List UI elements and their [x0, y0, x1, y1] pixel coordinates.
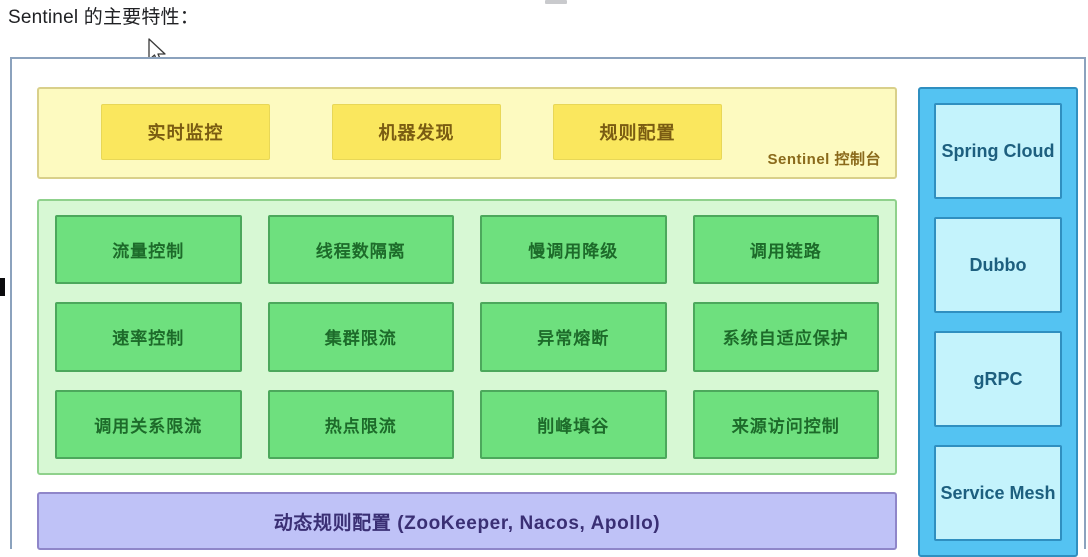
feature-cell[interactable]: 来源访问控制	[692, 389, 879, 459]
sentinel-console-panel: 实时监控 机器发现 规则配置 Sentinel 控制台	[37, 87, 897, 179]
adapter-cell-grpc[interactable]: gRPC	[934, 331, 1062, 427]
left-column: 实时监控 机器发现 规则配置 Sentinel 控制台 流量控制 线程数隔离 慢…	[37, 87, 897, 550]
top-edge-artifact	[545, 0, 567, 4]
left-edge-marker	[0, 278, 5, 296]
feature-cell[interactable]: 调用链路	[692, 215, 879, 285]
feature-cell[interactable]: 集群限流	[267, 302, 454, 372]
adapter-cell-dubbo[interactable]: Dubbo	[934, 217, 1062, 313]
console-card-machine-discovery[interactable]: 机器发现	[332, 104, 501, 160]
console-card-realtime-monitor[interactable]: 实时监控	[101, 104, 270, 160]
adapter-cell-service-mesh[interactable]: Service Mesh	[934, 445, 1062, 541]
feature-cell[interactable]: 系统自适应保护	[692, 302, 879, 372]
feature-cell[interactable]: 流量控制	[55, 215, 242, 285]
feature-cell[interactable]: 削峰填谷	[480, 389, 667, 459]
dynamic-rules-bar[interactable]: 动态规则配置 (ZooKeeper, Nacos, Apollo)	[37, 492, 897, 550]
page-title: Sentinel 的主要特性：	[8, 7, 199, 28]
adapters-panel: Spring Cloud Dubbo gRPC Service Mesh	[918, 87, 1078, 557]
feature-cell[interactable]: 异常熔断	[480, 302, 667, 372]
feature-cell[interactable]: 速率控制	[55, 302, 242, 372]
features-panel: 流量控制 线程数隔离 慢调用降级 调用链路 速率控制 集群限流 异常熔断 系统自…	[37, 199, 897, 475]
console-panel-label: Sentinel 控制台	[767, 151, 881, 168]
diagram-frame: 实时监控 机器发现 规则配置 Sentinel 控制台 流量控制 线程数隔离 慢…	[10, 57, 1086, 557]
feature-cell[interactable]: 调用关系限流	[55, 389, 242, 459]
feature-cell[interactable]: 慢调用降级	[480, 215, 667, 285]
adapter-cell-spring-cloud[interactable]: Spring Cloud	[934, 103, 1062, 199]
console-card-rule-config[interactable]: 规则配置	[553, 104, 722, 160]
feature-cell[interactable]: 线程数隔离	[267, 215, 454, 285]
feature-cell[interactable]: 热点限流	[267, 389, 454, 459]
